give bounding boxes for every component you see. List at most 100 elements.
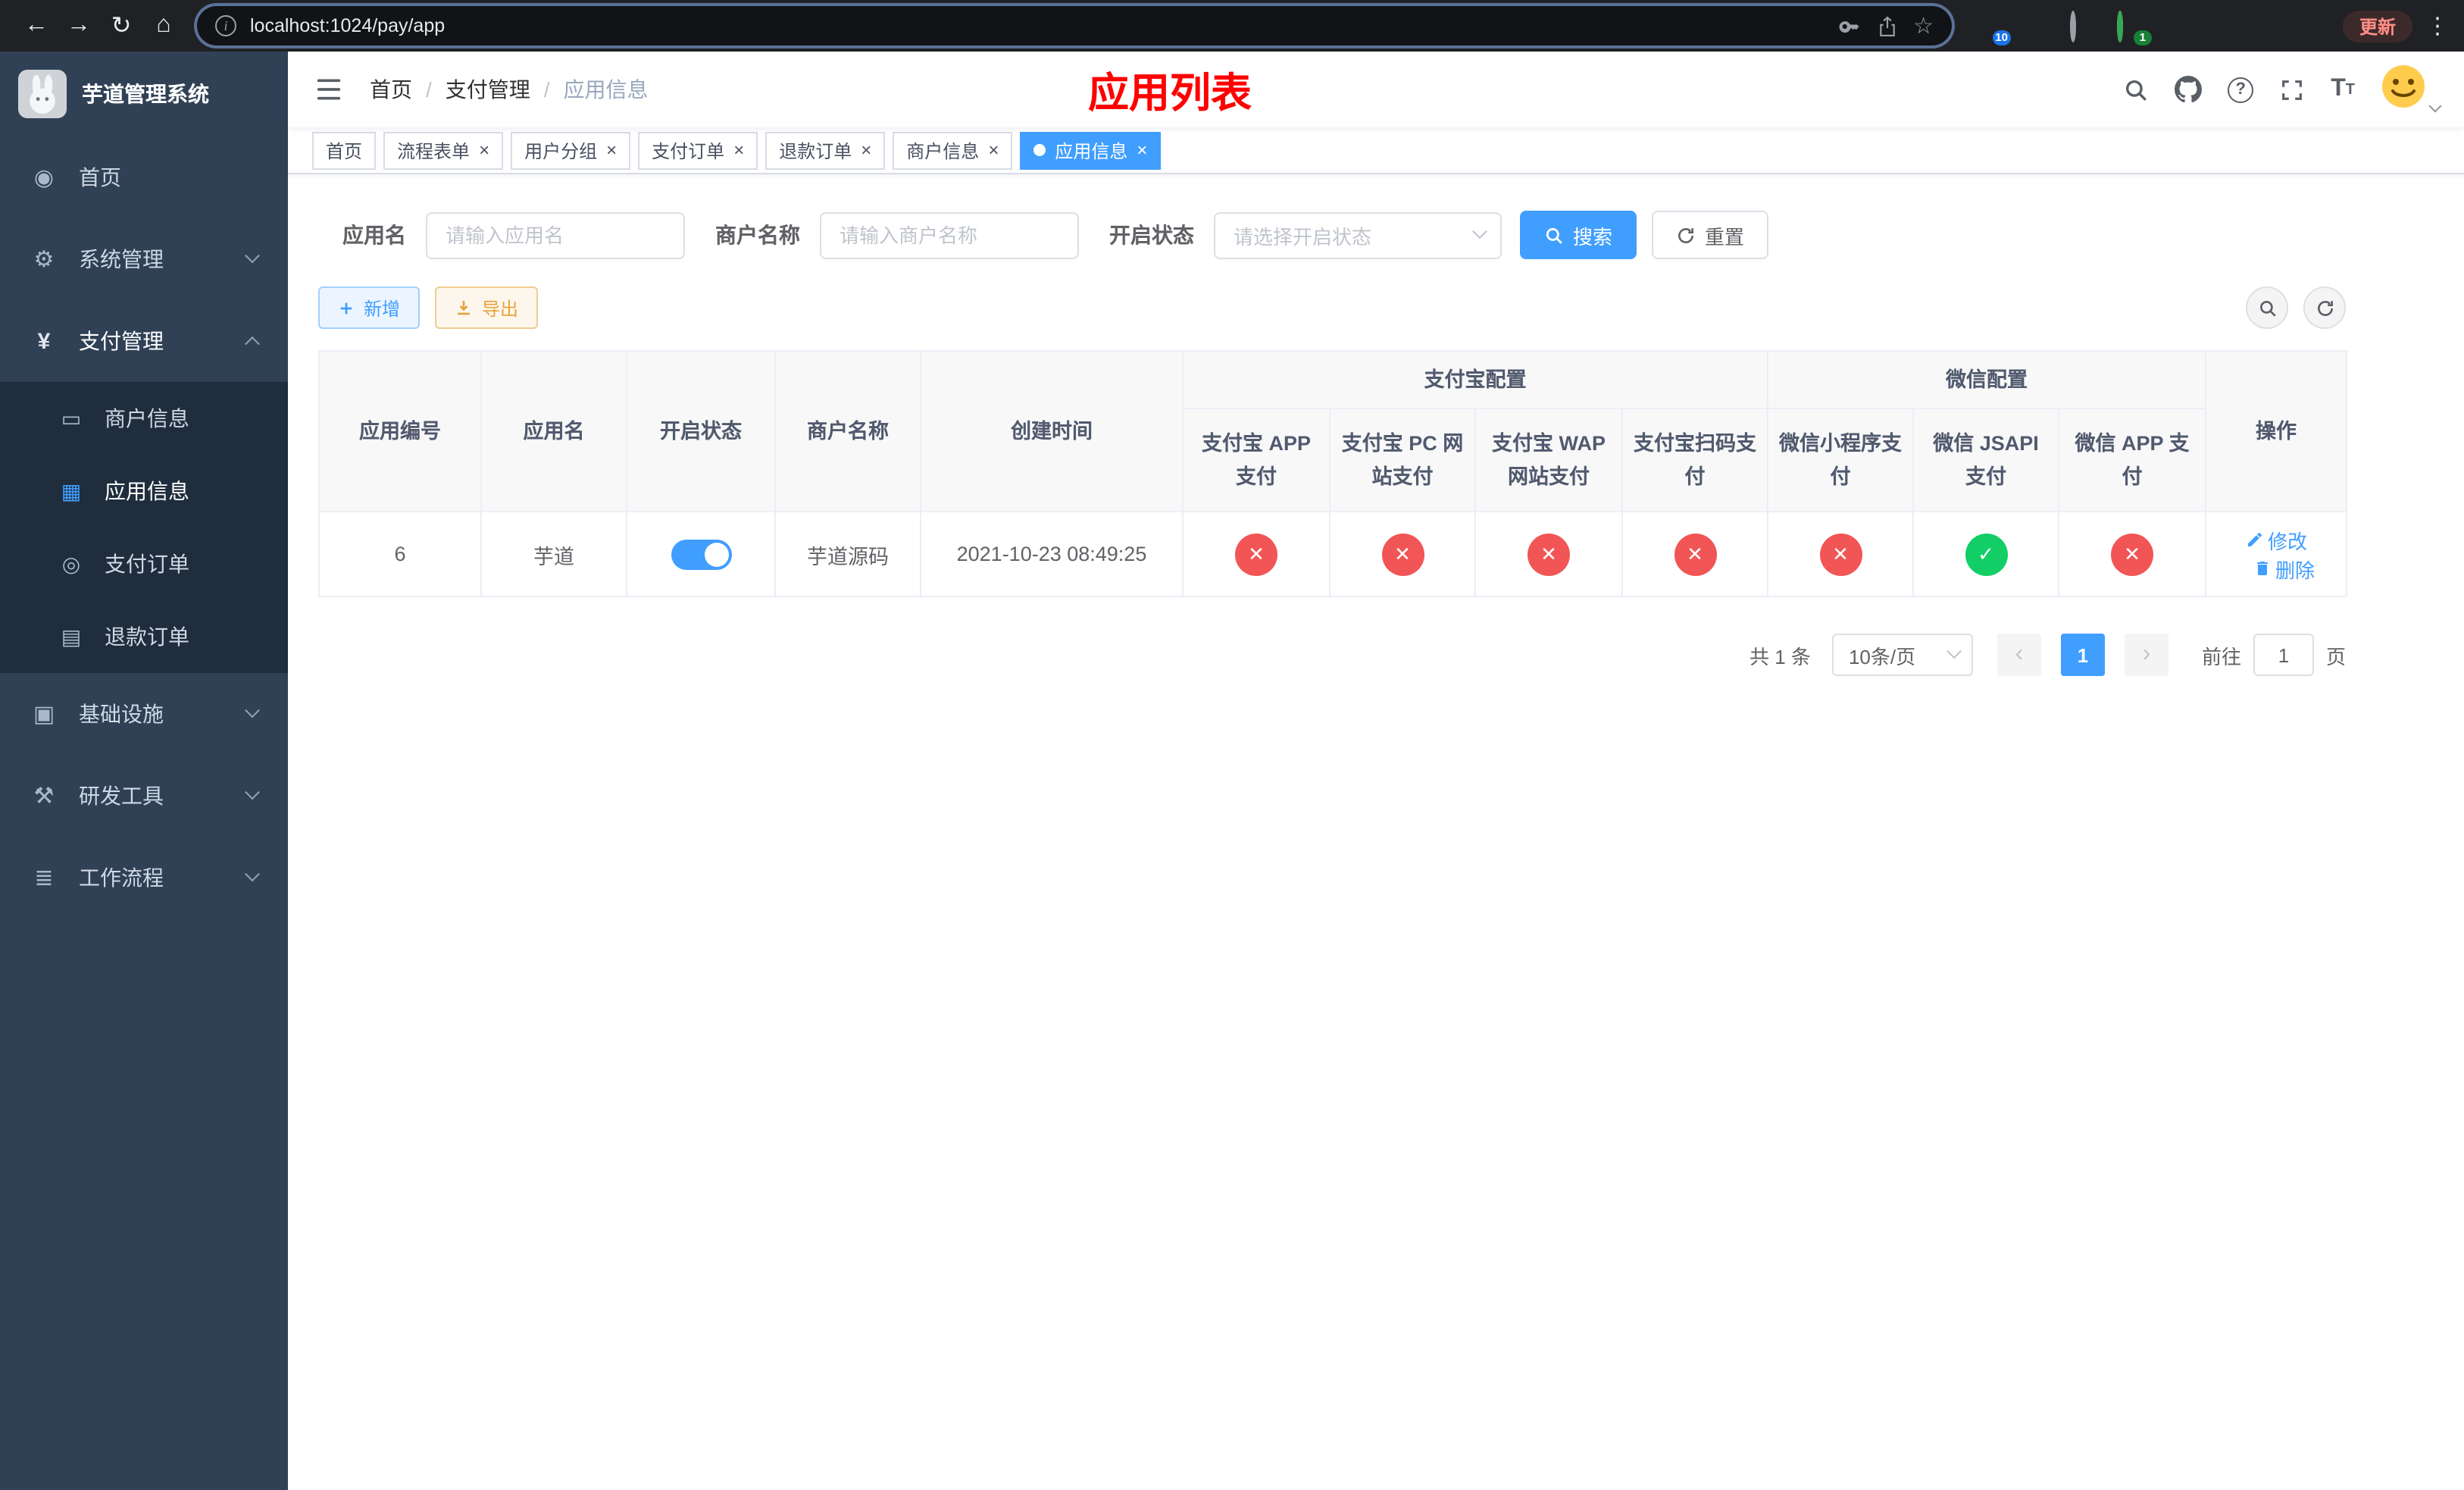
breadcrumb-current: 应用信息 [563,77,649,102]
help-icon[interactable]: ? [2228,77,2254,102]
col-header-wechat-app: 微信 APP 支付 [2057,408,2207,512]
export-button[interactable]: 导出 [435,286,539,329]
grid-icon: ▦ [61,478,82,502]
tab-refund-order[interactable]: 退款订单 × [765,131,886,169]
breadcrumb: 首页 / 支付管理 / 应用信息 [370,74,649,105]
tab-merchant-info[interactable]: 商户信息 × [893,131,1013,169]
info-icon[interactable]: i [215,15,236,36]
reload-icon[interactable]: ↻ [100,5,142,47]
address-bar[interactable]: i localhost:1024/pay/app ☆ [197,6,1952,45]
tab-user-group[interactable]: 用户分组 × [511,131,631,169]
home-icon[interactable]: ⌂ [142,5,185,47]
close-icon[interactable]: × [1137,141,1147,159]
col-header-alipay-pc: 支付宝 PC 网站支付 [1329,408,1476,512]
search-button[interactable]: 搜索 [1520,211,1637,259]
extension-puzzle-icon[interactable] [2258,13,2284,39]
url-text[interactable]: localhost:1024/pay/app [250,15,1824,36]
col-header-merchant: 商户名称 [774,350,921,512]
extension-leaf-icon[interactable]: 1 [2116,10,2152,45]
status-select[interactable]: 请选择开启状态 [1214,211,1502,258]
reset-button[interactable]: 重置 [1652,211,1769,259]
extension-face-icon[interactable] [2305,13,2331,39]
close-icon[interactable]: × [606,141,617,159]
sidebar-item-home[interactable]: ◉ 首页 [0,136,288,218]
page-button-1[interactable]: 1 [2060,634,2105,676]
close-icon[interactable]: × [733,141,744,159]
sidebar-item-refund-order[interactable]: ▤ 退款订单 [0,600,288,673]
group-header-wechat: 微信配置 [1766,350,2207,409]
password-key-icon[interactable] [1837,14,1860,37]
extension-dark-icon[interactable] [2069,10,2096,42]
github-icon[interactable] [2175,76,2203,103]
extension-green-square-icon[interactable] [2211,13,2237,39]
app-name-input[interactable] [426,211,685,258]
share-icon[interactable] [1877,14,1896,37]
sidebar-item-devtools[interactable]: ⚒ 研发工具 [0,755,288,837]
export-button-label: 导出 [482,298,519,319]
sidebar-item-label: 支付订单 [105,552,189,576]
goto-page-input[interactable] [2253,634,2314,676]
cell-status [626,511,776,597]
dashboard-icon: ◉ [33,165,55,191]
edit-button[interactable]: 修改 [2245,525,2307,554]
close-icon[interactable]: × [479,141,489,159]
forward-icon[interactable]: → [58,5,100,47]
delete-button[interactable]: 删除 [2253,554,2315,583]
browser-menu-icon[interactable]: ⋮ [2426,12,2449,39]
sidebar-toggle-icon[interactable] [312,73,346,106]
alipay-pc-status-icon: ✕ [1381,533,1424,575]
alipay-app-status-icon: ✕ [1235,533,1277,575]
close-icon[interactable]: × [861,141,871,159]
page-size-select[interactable]: 10条/页 [1831,634,1973,676]
sidebar-item-workflow[interactable]: ≣ 工作流程 [0,837,288,919]
tab-app-info[interactable]: 应用信息 × [1020,131,1162,169]
user-avatar[interactable] [2381,63,2426,116]
search-button-label: 搜索 [1573,225,1613,248]
sidebar-item-label: 应用信息 [105,479,189,503]
tab-label: 用户分组 [524,140,598,161]
breadcrumb-payment[interactable]: 支付管理 [446,74,530,105]
sidebar-item-system[interactable]: ⚙ 系统管理 [0,218,288,300]
tab-flow-form[interactable]: 流程表单 × [383,131,504,169]
page-title: 应用列表 [1088,70,1252,116]
refresh-table-button[interactable] [2303,286,2346,329]
search-icon[interactable] [2123,77,2149,102]
add-button[interactable]: 新增 [318,286,421,329]
col-header-actions: 操作 [2205,350,2348,512]
browser-update-button[interactable]: 更新 [2342,10,2412,42]
sidebar-item-label: 工作流程 [79,866,164,890]
tab-label: 流程表单 [397,140,471,161]
tools-icon: ⚒ [33,784,55,809]
chevron-down-icon [2428,99,2442,112]
page-size-value: 10条/页 [1848,645,1916,668]
cell-app-id: 6 [318,511,482,597]
sidebar-item-infrastructure[interactable]: ▣ 基础设施 [0,673,288,755]
bookmark-star-icon[interactable]: ☆ [1913,14,1934,37]
sidebar-item-merchant-info[interactable]: ▭ 商户信息 [0,382,288,455]
merchant-name-input[interactable] [820,211,1079,258]
logo[interactable]: 芋道管理系统 [0,52,288,136]
col-header-alipay-wap: 支付宝 WAP 网站支付 [1474,408,1623,512]
sidebar-item-pay-order[interactable]: ◎ 支付订单 [0,527,288,600]
row-status-toggle[interactable] [671,539,731,569]
payment-submenu: ▭ 商户信息 ▦ 应用信息 ◎ 支付订单 ▤ 退款订单 [0,382,288,673]
extension-pin-icon[interactable] [2023,13,2049,39]
font-size-icon[interactable]: TT [2331,76,2355,103]
back-icon[interactable]: ← [15,5,58,47]
tab-pay-order[interactable]: 支付订单 × [638,131,758,169]
fullscreen-icon[interactable] [2279,77,2305,102]
user-menu[interactable] [2381,63,2442,116]
breadcrumb-home[interactable]: 首页 [370,74,412,105]
next-page-button[interactable]: › [2124,634,2169,676]
tab-home[interactable]: 首页 [312,131,377,169]
close-icon[interactable]: × [988,141,999,159]
show-search-toggle-button[interactable] [2246,286,2288,329]
sidebar-item-app-info[interactable]: ▦ 应用信息 [0,455,288,527]
sidebar-item-label: 研发工具 [79,784,164,808]
prev-page-button[interactable]: ‹ [1997,634,2041,676]
breadcrumb-separator: / [426,77,432,102]
chevron-up-icon [245,335,260,351]
sidebar-item-payment[interactable]: ¥ 支付管理 [0,300,288,382]
extension-grid-icon[interactable]: 10 [1976,13,2011,45]
extension-wechat-icon[interactable] [2164,13,2190,39]
